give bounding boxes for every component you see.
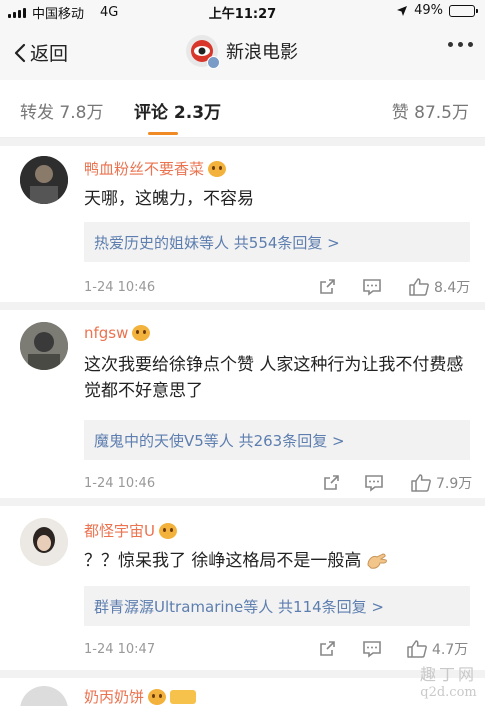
comment-username[interactable]: nfgsw <box>84 324 151 342</box>
comment-replies-link[interactable]: 热爱历史的姐妹等人 共554条回复 > <box>84 222 470 262</box>
nav-title-group[interactable]: 新浪电影 <box>186 35 298 69</box>
user-avatar-image <box>20 322 68 370</box>
comment-username[interactable]: 都怪宇宙U <box>84 520 177 541</box>
username-text: nfgsw <box>84 324 129 342</box>
comment-timestamp: 1-24 10:46 <box>84 476 156 491</box>
share-icon[interactable] <box>322 474 340 492</box>
comment-item: 都怪宇宙U ？？惊呆我了 徐峥这格局不是一般高 群青潺潺Ultramarine等… <box>0 506 485 678</box>
back-label: 返回 <box>30 43 69 65</box>
member-emoji-icon <box>132 325 151 341</box>
avatar[interactable] <box>20 518 68 566</box>
site-watermark: 趣丁网 q2d.com <box>420 661 477 700</box>
tab-comments[interactable]: 评论 2.3万 <box>134 98 221 123</box>
like-button[interactable]: 8.4万 <box>408 277 470 297</box>
comment-timestamp: 1-24 10:47 <box>84 642 156 657</box>
tab-reposts[interactable]: 转发 7.8万 <box>20 98 103 123</box>
member-emoji-icon <box>148 688 167 705</box>
comment-replies-link[interactable]: 群青潺潺Ultramarine等人 共114条回复 > <box>84 586 470 626</box>
avatar[interactable] <box>20 686 68 706</box>
user-avatar-image <box>20 518 68 566</box>
thumbs-up-icon <box>407 640 427 658</box>
watermark-domain: q2d.com <box>420 685 477 700</box>
like-button[interactable]: 7.9万 <box>410 473 472 493</box>
battery-icon <box>449 4 478 17</box>
nav-bar: 返回 新浪电影 <box>0 22 485 80</box>
comment-icon[interactable] <box>364 474 384 492</box>
comment-text-row: ？？惊呆我了 徐峥这格局不是一般高 <box>84 548 465 574</box>
comment-item: 奶丙奶饼 <box>0 678 485 706</box>
like-count: 7.9万 <box>436 476 473 492</box>
thumbs-up-icon <box>411 474 431 492</box>
thumbs-up-icon <box>409 278 429 296</box>
nav-title: 新浪电影 <box>226 42 298 63</box>
more-options-button[interactable] <box>448 42 473 47</box>
member-emoji-icon <box>208 160 227 177</box>
comment-text: 天哪，这魄力，不容易 <box>84 189 254 209</box>
comment-item: nfgsw 这次我要给徐铮点个赞 人家这种行为让我不付费感觉都不好意思了 魔鬼中… <box>0 310 485 506</box>
avatar[interactable] <box>20 322 68 370</box>
battery-percent: 49% <box>414 3 443 18</box>
status-bar: 中国移动 4G 上午11:27 49% <box>0 0 485 22</box>
tab-likes[interactable]: 赞 87.5万 <box>392 98 469 123</box>
tab-bar: 转发 7.8万 评论 2.3万 赞 87.5万 <box>0 80 485 138</box>
location-arrow-icon <box>397 5 408 16</box>
vip-badge-icon <box>170 689 197 704</box>
verified-badge-icon <box>207 56 220 69</box>
comment-replies-link[interactable]: 魔鬼中的天使V5等人 共263条回复 > <box>84 420 470 460</box>
avatar[interactable] <box>20 156 68 204</box>
user-avatar-image <box>20 156 68 204</box>
like-count: 4.7万 <box>432 642 469 658</box>
share-icon[interactable] <box>318 640 336 658</box>
comment-item: 鸭血粉丝不要香菜 天哪，这魄力，不容易 热爱历史的姐妹等人 共554条回复 > … <box>0 146 485 310</box>
comment-timestamp: 1-24 10:46 <box>84 280 156 295</box>
like-button[interactable]: 4.7万 <box>406 639 468 659</box>
comment-text: 这次我要给徐铮点个赞 人家这种行为让我不付费感觉都不好意思了 <box>84 355 464 401</box>
sina-movie-logo <box>186 35 220 69</box>
more-dot-icon <box>468 42 473 47</box>
comment-text: ？？惊呆我了 徐峥这格局不是一般高 <box>84 551 362 571</box>
comment-username[interactable]: 奶丙奶饼 <box>84 686 197 706</box>
active-tab-indicator <box>148 132 178 135</box>
more-dot-icon <box>458 42 463 47</box>
username-text: 奶丙奶饼 <box>84 688 145 706</box>
share-icon[interactable] <box>318 278 336 296</box>
more-dot-icon <box>448 42 453 47</box>
like-count: 8.4万 <box>434 280 471 296</box>
watermark-title: 趣丁网 <box>419 665 477 684</box>
comment-icon[interactable] <box>362 278 382 296</box>
chevron-left-icon <box>14 43 26 62</box>
member-emoji-icon <box>158 522 177 539</box>
clapping-hands-icon <box>367 553 388 569</box>
section-divider <box>0 138 485 146</box>
username-text: 都怪宇宙U <box>84 522 155 540</box>
comment-username[interactable]: 鸭血粉丝不要香菜 <box>84 158 227 179</box>
username-text: 鸭血粉丝不要香菜 <box>84 160 205 178</box>
comment-icon[interactable] <box>362 640 382 658</box>
back-button[interactable]: 返回 <box>14 39 68 66</box>
